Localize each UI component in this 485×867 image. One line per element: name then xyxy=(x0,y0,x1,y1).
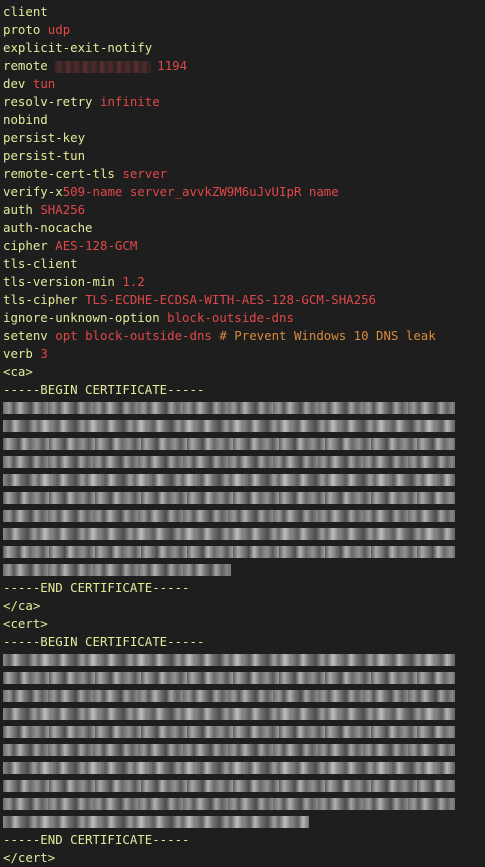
config-value: 3 xyxy=(40,346,48,361)
config-key: persist-key xyxy=(3,130,86,145)
config-value: block-outside-dns xyxy=(167,310,294,325)
config-line-explicit-exit-notify: explicit-exit-notify xyxy=(0,39,485,57)
config-key: setenv xyxy=(3,328,48,343)
config-value: server xyxy=(122,166,168,181)
config-line-verb: verb 3 xyxy=(0,345,485,363)
config-line-auth: auth SHA256 xyxy=(0,201,485,219)
config-key: ignore-unknown-option xyxy=(3,310,160,325)
config-key: proto xyxy=(3,22,41,37)
editor-window: { "colors": { "background": "#1e1e1e", "… xyxy=(0,0,485,865)
ca-certificate-redacted xyxy=(3,399,455,579)
config-line-auth-nocache: auth-nocache xyxy=(0,219,485,237)
cert-close-tag: </cert> xyxy=(3,850,56,865)
config-key: explicit-exit-notify xyxy=(3,40,153,55)
config-value: SHA256 xyxy=(40,202,86,217)
config-key: remote xyxy=(3,58,48,73)
config-value: 509-name server_avvkZW9M6uJvUIpR name xyxy=(62,184,339,199)
config-value: opt block-outside-dns xyxy=(55,328,212,343)
config-key: tls-client xyxy=(3,256,78,271)
config-line-persist-tun: persist-tun xyxy=(0,147,485,165)
config-key: auth xyxy=(3,202,33,217)
config-line-remote: remote 1194 xyxy=(0,57,485,75)
ca-close-tag: </ca> xyxy=(3,598,41,613)
config-key: persist-tun xyxy=(3,148,86,163)
ca-begin-marker: -----BEGIN CERTIFICATE----- xyxy=(3,382,205,397)
config-key: verify-x xyxy=(3,184,63,199)
cert-end-marker: -----END CERTIFICATE----- xyxy=(3,832,190,847)
config-line-tls-cipher: tls-cipher TLS-ECDHE-ECDSA-WITH-AES-128-… xyxy=(0,291,485,309)
config-value: TLS-ECDHE-ECDSA-WITH-AES-128-GCM-SHA256 xyxy=(85,292,377,307)
config-line-resolv-retry: resolv-retry infinite xyxy=(0,93,485,111)
cert-begin-marker: -----BEGIN CERTIFICATE----- xyxy=(3,634,205,649)
config-key: dev xyxy=(3,76,26,91)
redacted-address xyxy=(55,60,152,73)
config-line-verify-x509-name: verify-x509-name server_avvkZW9M6uJvUIpR… xyxy=(0,183,485,201)
config-line-proto: proto udp xyxy=(0,21,485,39)
client-certificate-redacted xyxy=(3,651,455,831)
config-line-tls-client: tls-client xyxy=(0,255,485,273)
config-key: nobind xyxy=(3,112,48,127)
config-line-nobind: nobind xyxy=(0,111,485,129)
config-line-remote-cert-tls: remote-cert-tls server xyxy=(0,165,485,183)
config-key: auth-nocache xyxy=(3,220,93,235)
config-value: udp xyxy=(47,22,71,37)
config-key: tls-version-min xyxy=(3,274,115,289)
config-key: resolv-retry xyxy=(3,94,93,109)
config-text-view[interactable]: client proto udp explicit-exit-notify re… xyxy=(0,3,485,867)
config-line-cipher: cipher AES-128-GCM xyxy=(0,237,485,255)
config-key: cipher xyxy=(3,238,48,253)
config-comment: # Prevent Windows 10 DNS leak xyxy=(219,328,436,343)
config-value: 1194 xyxy=(157,58,188,73)
config-key: tls-cipher xyxy=(3,292,78,307)
config-value: 1.2 xyxy=(122,274,145,289)
config-key: client xyxy=(3,4,48,19)
config-line-tls-version-min: tls-version-min 1.2 xyxy=(0,273,485,291)
config-value: tun xyxy=(32,76,56,91)
config-line-setenv: setenv opt block-outside-dns # Prevent W… xyxy=(0,327,485,345)
config-line-ignore-unknown-option: ignore-unknown-option block-outside-dns xyxy=(0,309,485,327)
config-line-client: client xyxy=(0,3,485,21)
config-value: infinite xyxy=(100,94,160,109)
cert-open-tag: <cert> xyxy=(3,616,48,631)
config-key: remote-cert-tls xyxy=(3,166,115,181)
config-value: AES-128-GCM xyxy=(55,238,138,253)
ca-end-marker: -----END CERTIFICATE----- xyxy=(3,580,190,595)
config-key: verb xyxy=(3,346,33,361)
ca-open-tag: <ca> xyxy=(3,364,33,379)
config-line-dev: dev tun xyxy=(0,75,485,93)
config-line-persist-key: persist-key xyxy=(0,129,485,147)
